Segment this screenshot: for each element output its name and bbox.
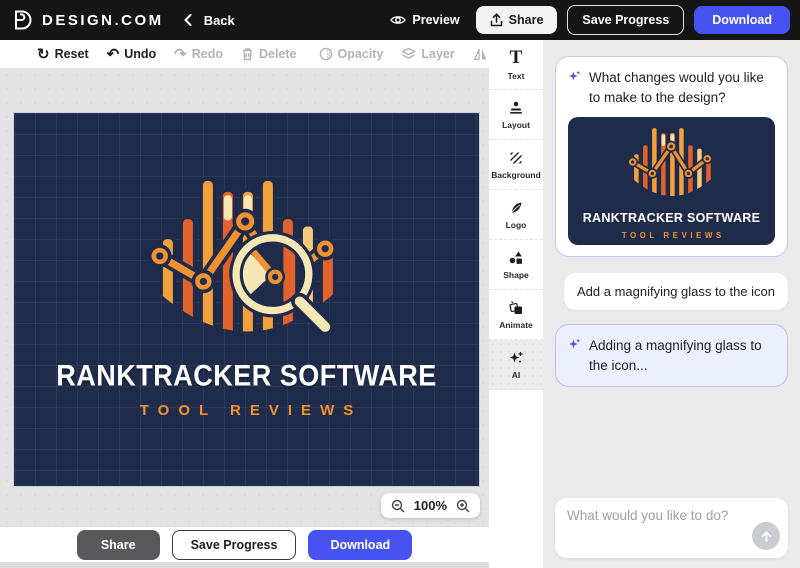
share-label: Share <box>509 13 544 27</box>
redo-label: Redo <box>192 47 223 61</box>
thumbnail-subtitle-text: TOOL REVIEWS <box>618 230 725 242</box>
canvas-footer: Share Save Progress Download <box>0 526 489 562</box>
sidebar-item-logo[interactable]: Logo <box>489 190 543 240</box>
logo-subtitle-text[interactable]: TOOL REVIEWS <box>131 402 362 419</box>
ai-sparkle-icon <box>508 350 524 366</box>
design-com-logo-icon <box>12 9 34 31</box>
undo-label: Undo <box>124 47 156 61</box>
opacity-label: Opacity <box>338 47 384 61</box>
assistant-message-1: What changes would you like to make to t… <box>555 56 788 257</box>
save-progress-label: Save Progress <box>582 13 669 27</box>
user-message-text: Add a magnifying glass to the icon <box>577 284 775 299</box>
text-icon: T <box>510 48 523 67</box>
edit-toolbar: ↻ Reset ↶ Undo ↷ Redo Delete <box>0 40 489 68</box>
sidebar-item-ai[interactable]: AI <box>489 340 543 390</box>
zoom-in-icon[interactable] <box>456 499 470 513</box>
chevron-left-icon <box>182 13 194 27</box>
assistant-message-2-text: Adding a magnifying glass to the icon... <box>589 336 775 375</box>
sparkle-icon <box>568 338 581 351</box>
footer-share-button[interactable]: Share <box>77 530 160 560</box>
logo-icon <box>508 200 524 216</box>
zoom-control: 100% <box>381 493 480 518</box>
sidebar-item-label: Layout <box>502 120 530 130</box>
sparkle-icon <box>568 70 581 83</box>
design-canvas[interactable]: RANKTRACKER SOFTWARE TOOL REVIEWS <box>13 112 480 487</box>
sidebar-item-label: Logo <box>506 220 527 230</box>
footer-save-progress-button[interactable]: Save Progress <box>172 530 297 560</box>
undo-button[interactable]: ↶ Undo <box>100 47 164 62</box>
sidebar-item-animate[interactable]: Animate <box>489 290 543 340</box>
reset-icon: ↻ <box>37 47 50 62</box>
flip-icon <box>473 48 488 61</box>
sidebar-item-background[interactable]: Background <box>489 140 543 190</box>
chat-input-container <box>555 498 788 558</box>
layer-button[interactable]: Layer <box>394 47 461 61</box>
back-label: Back <box>204 13 235 28</box>
delete-label: Delete <box>259 47 297 61</box>
redo-icon: ↷ <box>174 47 187 62</box>
delete-button[interactable]: Delete <box>234 47 304 61</box>
assistant-message-1-text: What changes would you like to make to t… <box>589 68 775 107</box>
send-button[interactable] <box>752 522 780 550</box>
reset-label: Reset <box>55 47 89 61</box>
brand[interactable]: DESIGN.COM <box>12 9 164 31</box>
layer-icon <box>401 47 416 61</box>
brand-name: DESIGN.COM <box>42 12 164 29</box>
logo-title-text[interactable]: RANKTRACKER SOFTWARE <box>56 360 437 393</box>
zoom-out-icon[interactable] <box>391 499 405 513</box>
layer-label: Layer <box>421 47 454 61</box>
reset-button[interactable]: ↻ Reset <box>30 47 96 62</box>
preview-button[interactable]: Preview <box>390 13 459 27</box>
sidebar-item-shape[interactable]: Shape <box>489 240 543 290</box>
footer-download-label: Download <box>330 538 390 552</box>
sidebar-item-text[interactable]: T Text <box>489 40 543 90</box>
thumbnail-logo-mark <box>626 121 718 203</box>
editor-column: ↻ Reset ↶ Undo ↷ Redo Delete <box>0 40 489 568</box>
opacity-icon <box>319 47 333 61</box>
upload-icon <box>490 13 503 27</box>
user-message: Add a magnifying glass to the icon <box>564 273 788 310</box>
assistant-message-2: Adding a magnifying glass to the icon... <box>555 324 788 387</box>
opacity-button[interactable]: Opacity <box>312 47 391 61</box>
sidebar-item-label: Shape <box>503 270 529 280</box>
save-progress-button[interactable]: Save Progress <box>567 5 684 35</box>
design-thumbnail[interactable]: RANKTRACKER SOFTWARE TOOL REVIEWS <box>568 117 775 245</box>
tool-sidebar: T Text Layout <box>489 40 543 568</box>
back-nav[interactable]: Back <box>182 13 235 28</box>
sidebar-item-label: Animate <box>499 320 533 330</box>
chat-input[interactable] <box>567 508 776 532</box>
workspace: RANKTRACKER SOFTWARE TOOL REVIEWS 100% <box>0 68 489 526</box>
sidebar-item-label: AI <box>512 370 521 380</box>
footer-save-label: Save Progress <box>191 538 278 552</box>
footer-download-button[interactable]: Download <box>308 530 412 560</box>
undo-icon: ↶ <box>107 47 120 62</box>
trash-icon <box>241 47 254 61</box>
sidebar-item-label: Text <box>508 71 525 81</box>
animate-icon <box>508 300 524 316</box>
shape-icon <box>508 250 524 266</box>
download-label: Download <box>712 13 772 27</box>
layout-icon <box>508 100 524 116</box>
redo-button[interactable]: ↷ Redo <box>167 47 230 62</box>
preview-label: Preview <box>412 13 459 27</box>
download-button[interactable]: Download <box>694 6 790 34</box>
eye-icon <box>390 14 406 26</box>
thumbnail-title-text: RANKTRACKER SOFTWARE <box>583 209 761 227</box>
share-button[interactable]: Share <box>476 6 558 34</box>
background-icon <box>508 150 524 166</box>
arrow-up-icon <box>760 530 773 543</box>
bottom-strip <box>0 562 489 568</box>
footer-share-label: Share <box>101 538 136 552</box>
sidebar-item-label: Background <box>491 170 541 180</box>
logo-mark[interactable] <box>147 165 347 347</box>
zoom-level: 100% <box>414 498 447 513</box>
sidebar-item-layout[interactable]: Layout <box>489 90 543 140</box>
top-bar: DESIGN.COM Back Preview <box>0 0 800 40</box>
ai-chat-panel: What changes would you like to make to t… <box>543 40 800 568</box>
